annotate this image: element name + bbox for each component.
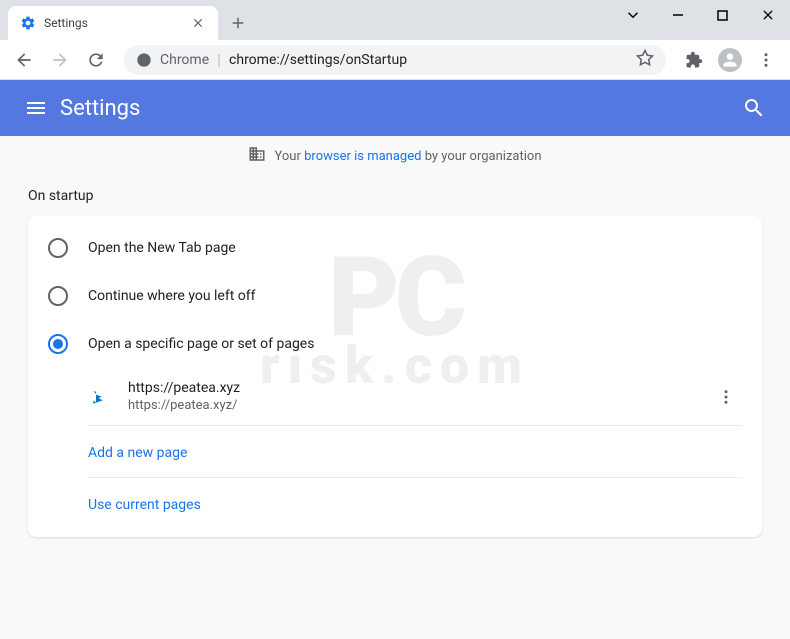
managed-link[interactable]: browser is managed [304, 149, 421, 164]
address-bar[interactable]: Chrome | chrome://settings/onStartup [124, 45, 666, 75]
use-current-link[interactable]: Use current pages [88, 497, 201, 513]
banner-suffix: by your organization [425, 149, 542, 164]
radio-icon [48, 334, 68, 354]
page-kebab-menu-icon[interactable] [710, 381, 742, 413]
page-info: https://peatea.xyz https://peatea.xyz/ [128, 380, 710, 413]
radio-label: Continue where you left off [88, 288, 256, 304]
tab-title: Settings [44, 16, 190, 30]
page-title: Settings [60, 96, 734, 121]
settings-content: Your browser is managed by your organiza… [0, 136, 790, 639]
managed-banner: Your browser is managed by your organiza… [0, 136, 790, 176]
radio-continue[interactable]: Continue where you left off [28, 272, 762, 320]
chevron-down-icon[interactable] [610, 0, 655, 30]
back-button[interactable] [8, 44, 40, 76]
site-info-icon[interactable] [136, 52, 152, 68]
add-page-link[interactable]: Add a new page [88, 445, 187, 461]
maximize-button[interactable] [700, 0, 745, 30]
settings-gear-icon [20, 15, 36, 31]
radio-specific-page[interactable]: Open a specific page or set of pages [28, 320, 762, 368]
bookmark-star-icon[interactable] [636, 49, 654, 71]
new-tab-button[interactable] [224, 9, 252, 37]
close-window-button[interactable] [745, 0, 790, 30]
url-text: chrome://settings/onStartup [229, 52, 628, 68]
browser-toolbar: Chrome | chrome://settings/onStartup [0, 40, 790, 80]
startup-card: Open the New Tab page Continue where you… [28, 216, 762, 537]
reload-button[interactable] [80, 44, 112, 76]
startup-page-row: https://peatea.xyz https://peatea.xyz/ [88, 368, 742, 426]
minimize-button[interactable] [655, 0, 700, 30]
kebab-menu-icon[interactable] [750, 44, 782, 76]
url-prefix: Chrome [160, 52, 209, 68]
building-icon [248, 145, 266, 167]
profile-avatar-icon[interactable] [714, 44, 746, 76]
section-title: On startup [0, 176, 790, 216]
page-title-text: https://peatea.xyz [128, 380, 710, 396]
radio-icon [48, 238, 68, 258]
window-titlebar: Settings [0, 0, 790, 40]
radio-label: Open the New Tab page [88, 240, 236, 256]
url-separator: | [217, 50, 221, 69]
close-tab-icon[interactable] [190, 15, 206, 31]
search-icon[interactable] [734, 88, 774, 128]
page-url-text: https://peatea.xyz/ [128, 398, 710, 413]
radio-icon [48, 286, 68, 306]
radio-new-tab[interactable]: Open the New Tab page [28, 224, 762, 272]
extensions-icon[interactable] [678, 44, 710, 76]
startup-pages-list: https://peatea.xyz https://peatea.xyz/ A… [88, 368, 742, 529]
settings-header: Settings [0, 80, 790, 136]
radio-label: Open a specific page or set of pages [88, 336, 314, 352]
window-controls [610, 0, 790, 30]
forward-button[interactable] [44, 44, 76, 76]
hamburger-menu-icon[interactable] [16, 88, 56, 128]
use-current-row: Use current pages [88, 478, 742, 529]
add-page-row: Add a new page [88, 426, 742, 478]
banner-prefix: Your [274, 149, 300, 164]
browser-tab[interactable]: Settings [8, 6, 218, 40]
bing-favicon-icon [88, 387, 108, 407]
